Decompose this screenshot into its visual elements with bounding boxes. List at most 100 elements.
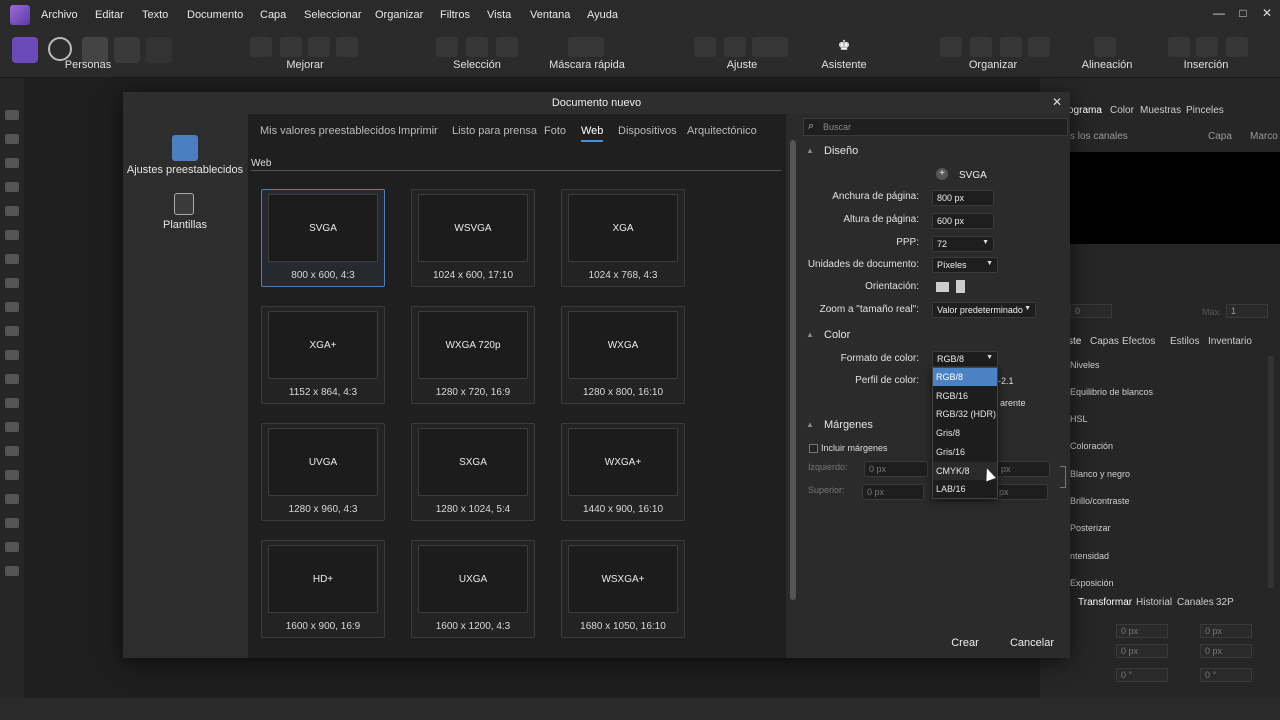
margin-right-field[interactable]: px bbox=[996, 461, 1050, 477]
layer-checkbox-label[interactable]: Capa bbox=[1208, 131, 1232, 142]
margin-left-field[interactable]: 0 px bbox=[864, 461, 928, 477]
menu-texto[interactable]: Texto bbox=[142, 9, 168, 21]
export-persona-icon[interactable] bbox=[146, 37, 172, 63]
collapse-design-icon[interactable]: ▲ bbox=[806, 146, 814, 155]
arrange-front-icon[interactable] bbox=[1028, 37, 1050, 57]
auto-colors-icon[interactable] bbox=[308, 37, 330, 57]
dpi-select[interactable]: 72 ▼ bbox=[932, 236, 994, 252]
section-design[interactable]: Diseño bbox=[824, 145, 858, 157]
tab-photo[interactable]: Foto bbox=[544, 125, 566, 137]
preset-card[interactable]: WSXGA+ 1680 x 1050, 16:10 bbox=[561, 540, 685, 638]
adjustment-item[interactable]: HSL bbox=[1070, 414, 1088, 424]
channels-select[interactable]: s los canales bbox=[1070, 131, 1128, 142]
preset-card[interactable]: SXGA 1280 x 1024, 5:4 bbox=[411, 423, 535, 521]
adjustment-item[interactable]: Niveles bbox=[1070, 360, 1100, 370]
preset-card[interactable]: UVGA 1280 x 960, 4:3 bbox=[261, 423, 385, 521]
tab-architectural[interactable]: Arquitectónico bbox=[687, 125, 757, 137]
transform-shear-field[interactable]: 0 ° bbox=[1200, 668, 1252, 682]
min-field[interactable]: 0 bbox=[1070, 304, 1112, 318]
color-picker-tool-icon[interactable] bbox=[5, 350, 19, 360]
photo-persona-icon[interactable] bbox=[12, 37, 38, 63]
collapse-margins-icon[interactable]: ▲ bbox=[806, 420, 814, 429]
adjustment-item[interactable]: Exposición bbox=[1070, 578, 1114, 588]
menu-editar[interactable]: Editar bbox=[95, 9, 124, 21]
affinity-logo-icon[interactable] bbox=[10, 5, 30, 25]
collapse-color-icon[interactable]: ▲ bbox=[806, 330, 814, 339]
preset-card[interactable]: XGA+ 1152 x 864, 4:3 bbox=[261, 306, 385, 404]
preset-card[interactable]: XGA 1024 x 768, 4:3 bbox=[561, 189, 685, 287]
clone-tool-icon[interactable] bbox=[5, 422, 19, 432]
tab-styles[interactable]: Estilos bbox=[1170, 336, 1199, 347]
minimize-icon[interactable]: — bbox=[1212, 6, 1226, 20]
transform-x-field[interactable]: 0 px bbox=[1116, 624, 1168, 638]
paint-brush-tool-icon[interactable] bbox=[5, 158, 19, 168]
insert-behind-icon[interactable] bbox=[1196, 37, 1218, 57]
adjustments-scrollbar[interactable] bbox=[1268, 356, 1274, 588]
auto-levels-icon[interactable] bbox=[250, 37, 272, 57]
tab-stock[interactable]: Inventario bbox=[1208, 336, 1252, 347]
adjustment-item[interactable]: ntensidad bbox=[1070, 551, 1109, 561]
format-option[interactable]: Gris/16 bbox=[933, 443, 997, 461]
tab-adjustments[interactable]: ste bbox=[1068, 336, 1081, 347]
preset-card[interactable]: WXGA 1280 x 800, 16:10 bbox=[561, 306, 685, 404]
view-tool-icon[interactable] bbox=[5, 134, 19, 144]
select-all-icon[interactable] bbox=[436, 37, 458, 57]
text-tool-icon[interactable] bbox=[5, 518, 19, 528]
tab-brushes[interactable]: Pinceles bbox=[1186, 105, 1224, 116]
color-format-select[interactable]: RGB/8 ▼ bbox=[932, 351, 998, 367]
insert-top-icon[interactable] bbox=[1226, 37, 1248, 57]
tab-press-ready[interactable]: Listo para prensa bbox=[452, 125, 537, 137]
adjustment-item[interactable]: Posterizar bbox=[1070, 523, 1111, 533]
preset-card[interactable]: WXGA+ 1440 x 900, 16:10 bbox=[561, 423, 685, 521]
preset-card[interactable]: SVGA 800 x 600, 4:3 bbox=[261, 189, 385, 287]
close-window-icon[interactable]: ✕ bbox=[1260, 6, 1274, 20]
maximize-icon[interactable]: □ bbox=[1236, 6, 1250, 20]
format-option[interactable]: Gris/8 bbox=[933, 424, 997, 442]
alignment-icon[interactable] bbox=[1094, 37, 1116, 57]
deselect-icon[interactable] bbox=[466, 37, 488, 57]
quick-mask-icon[interactable] bbox=[568, 37, 604, 57]
format-option[interactable]: RGB/16 bbox=[933, 387, 997, 405]
menu-capa[interactable]: Capa bbox=[260, 9, 286, 21]
menu-archivo[interactable]: Archivo bbox=[41, 9, 78, 21]
red-eye-tool-icon[interactable] bbox=[5, 470, 19, 480]
tab-effects[interactable]: Efectos bbox=[1122, 336, 1155, 347]
flood-fill-tool-icon[interactable] bbox=[5, 278, 19, 288]
preset-card[interactable]: WXGA 720p 1280 x 720, 16:9 bbox=[411, 306, 535, 404]
portrait-icon[interactable] bbox=[956, 280, 965, 293]
sidebar-item-templates[interactable]: Plantillas bbox=[123, 219, 247, 231]
shape-tool-icon[interactable] bbox=[5, 494, 19, 504]
tab-history[interactable]: Historial bbox=[1136, 597, 1172, 608]
transform-y-field[interactable]: 0 px bbox=[1116, 644, 1168, 658]
tab-32p[interactable]: 32P bbox=[1216, 597, 1234, 608]
adjustment-item[interactable]: Equilibrio de blancos bbox=[1070, 387, 1153, 397]
auto-contrast-icon[interactable] bbox=[280, 37, 302, 57]
cancel-button[interactable]: Cancelar bbox=[1004, 633, 1060, 653]
transform-w-field[interactable]: 0 px bbox=[1200, 624, 1252, 638]
preset-card[interactable]: UXGA 1600 x 1200, 4:3 bbox=[411, 540, 535, 638]
page-height-field[interactable]: 600 px bbox=[932, 213, 994, 229]
section-margins[interactable]: Márgenes bbox=[824, 419, 873, 431]
arrange-backward-icon[interactable] bbox=[970, 37, 992, 57]
arrange-forward-icon[interactable] bbox=[1000, 37, 1022, 57]
create-button[interactable]: Crear bbox=[938, 633, 992, 653]
freehand-selection-tool-icon[interactable] bbox=[5, 230, 19, 240]
menu-organizar[interactable]: Organizar bbox=[375, 9, 423, 21]
tab-transform[interactable]: Transformar bbox=[1078, 597, 1132, 608]
insert-inside-icon[interactable] bbox=[1168, 37, 1190, 57]
page-width-field[interactable]: 800 px bbox=[932, 190, 994, 206]
zoom-tool-icon[interactable] bbox=[5, 542, 19, 552]
sidebar-item-presets[interactable]: Ajustes preestablecidos bbox=[123, 164, 247, 176]
tab-swatches[interactable]: Muestras bbox=[1140, 105, 1181, 116]
color-swatch-icon[interactable] bbox=[5, 566, 19, 576]
tab-histogram[interactable]: ograma bbox=[1068, 105, 1102, 116]
assistant-icon[interactable]: ♚ bbox=[833, 37, 855, 57]
dodge-tool-icon[interactable] bbox=[5, 398, 19, 408]
auto-white-balance-icon[interactable] bbox=[336, 37, 358, 57]
transform-rotation-field[interactable]: 0 ° bbox=[1116, 668, 1168, 682]
presets-icon[interactable] bbox=[172, 135, 198, 161]
preset-card[interactable]: WSVGA 1024 x 600, 17:10 bbox=[411, 189, 535, 287]
adjustment-item[interactable]: Blanco y negro bbox=[1070, 469, 1130, 479]
transform-h-field[interactable]: 0 px bbox=[1200, 644, 1252, 658]
landscape-icon[interactable] bbox=[936, 282, 949, 292]
